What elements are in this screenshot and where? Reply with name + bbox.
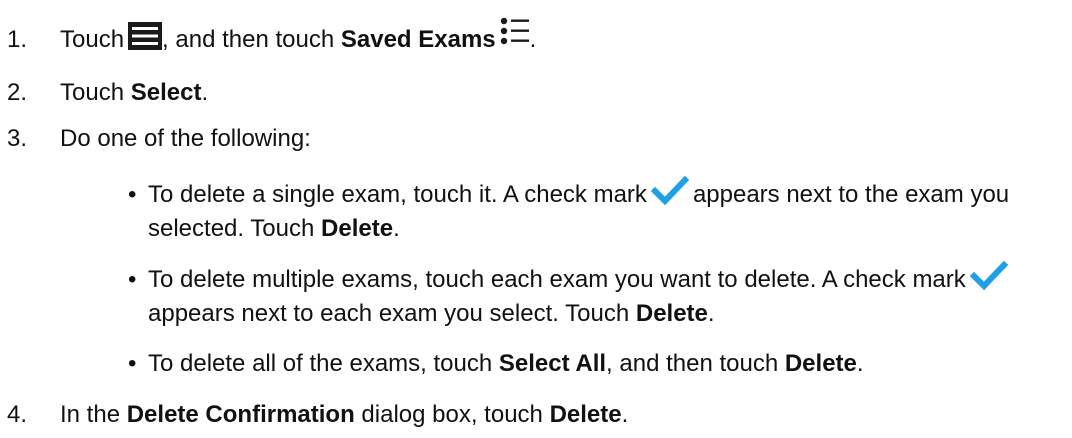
delete-label: Delete — [635, 300, 708, 327]
bullet-dot: • — [128, 266, 137, 293]
list-icon — [500, 16, 530, 46]
step-number: 2. — [7, 79, 28, 106]
delete-label: Delete — [549, 401, 622, 428]
bullet-dot: • — [128, 181, 137, 208]
bullet-line-1: To delete a single exam, touch it. A che… — [148, 175, 1009, 212]
bullet-line-1: To delete all of the exams, touch Select… — [148, 350, 864, 377]
bullet-line-2: appears next to each exam you select. To… — [148, 300, 715, 327]
check-icon — [969, 260, 1009, 292]
step-text: In the Delete Confirmation dialog box, t… — [60, 401, 629, 428]
delete-label: Delete — [321, 215, 394, 242]
bullet-line-1: To delete multiple exams, touch each exa… — [148, 260, 1012, 297]
step-text: Do one of the following: — [60, 125, 311, 152]
check-icon — [650, 175, 690, 207]
menu-icon — [128, 21, 163, 50]
delete-confirmation-label: Delete Confirmation — [126, 401, 355, 428]
saved-exams-label: Saved Exams — [340, 26, 496, 53]
bullet-line-2: selected. Touch Delete. — [148, 215, 400, 242]
select-all-label: Select All — [498, 350, 607, 377]
step-number: 3. — [7, 125, 28, 152]
step-number: 4. — [7, 401, 28, 428]
step-text: Touch, and then touch Saved Exams. — [60, 17, 536, 57]
delete-label: Delete — [784, 350, 857, 377]
step-text: Touch Select. — [60, 79, 209, 106]
bullet-dot: • — [128, 350, 137, 377]
instructions-page: 1. Touch, and then touch Saved Exams. 2.… — [0, 0, 1072, 438]
select-label: Select — [130, 79, 202, 106]
step-number: 1. — [7, 26, 28, 53]
